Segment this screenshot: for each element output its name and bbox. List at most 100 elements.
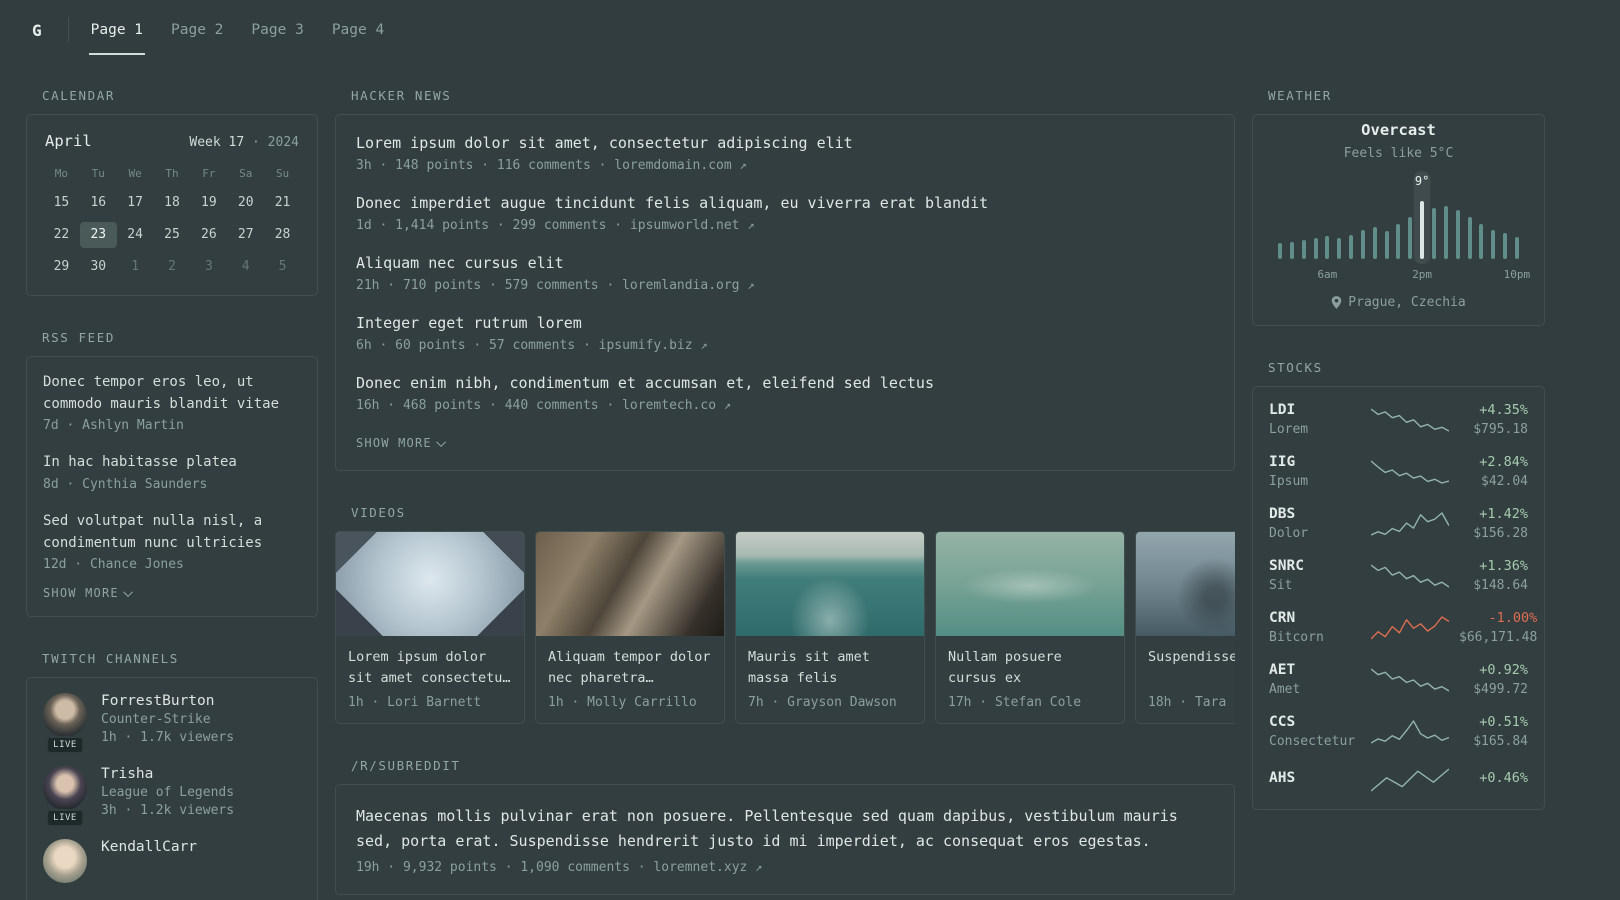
topbar-divider [67, 17, 69, 43]
channel-name[interactable]: Trisha [101, 766, 234, 782]
tab-page-1[interactable]: Page 1 [88, 22, 146, 55]
rss-item-title[interactable]: In hac habitasse platea [43, 454, 237, 470]
hn-story-stats: 6h · 60 points · 57 comments · [356, 338, 591, 353]
stock-row[interactable]: CCS Consectetur +0.51% $165.84 [1269, 714, 1528, 749]
hn-story-stats: 16h · 468 points · 440 comments · [356, 398, 615, 413]
hn-story-title[interactable]: Lorem ipsum dolor sit amet, consectetur … [356, 134, 1214, 152]
calendar-day: 18 [164, 195, 180, 210]
hn-story-meta: 1d · 1,414 points · 299 comments · ipsum… [356, 218, 1214, 233]
calendar-day: 28 [274, 227, 291, 242]
channel-info: Trisha League of Legends 3h · 1.2k viewe… [101, 766, 234, 821]
video-meta: 1h · Molly Carrillo [548, 695, 697, 710]
hn-show-more-button[interactable]: SHOW MORE [356, 436, 446, 450]
external-link-icon: ↗ [700, 338, 708, 352]
channel-name[interactable]: KendallCarr [101, 839, 197, 855]
channel-game[interactable]: League of Legends [101, 785, 234, 800]
weather-widget: Overcast Feels like 5°C 9° 6am 2pm 10pm Pr… [1252, 114, 1545, 326]
video-thumbnail [1136, 532, 1235, 636]
hackernews-section: HACKER NEWS Lorem ipsum dolor sit amet, … [335, 88, 1235, 471]
stock-ticker: CRN [1269, 610, 1296, 626]
rss-item-meta: 12d · Chance Jones [43, 557, 184, 573]
video-meta: 1h · Lori Barnett [348, 695, 482, 710]
stock-sparkline [1370, 458, 1450, 486]
video-card[interactable]: Aliquam tempor dolor nec pharetra… 1h · … [535, 531, 725, 724]
stock-row[interactable]: AET Amet +0.92% $499.72 [1269, 662, 1528, 697]
channel-avatar [43, 839, 87, 884]
page-tabs: Page 1 Page 2 Page 3 Page 4 [88, 0, 387, 60]
stock-row[interactable]: AHS +0.46% [1269, 766, 1528, 794]
tab-page-4[interactable]: Page 4 [330, 22, 386, 38]
hn-story-link[interactable]: loremdomain.com ↗ [614, 158, 746, 173]
hn-story: Lorem ipsum dolor sit amet, consectetur … [356, 134, 1214, 173]
video-card[interactable]: Mauris sit amet massa felis 7h · Grayson… [735, 531, 925, 724]
live-badge: LIVE [46, 809, 84, 828]
weather-section: WEATHER Overcast Feels like 5°C 9° 6am 2p… [1252, 88, 1545, 326]
stocks-section: STOCKS LDI Lorem +4.35% $795.18 IIG Ipsum +… [1252, 360, 1545, 810]
hn-story-meta: 16h · 468 points · 440 comments · loremt… [356, 398, 1214, 413]
video-card[interactable]: Suspendisse diam 18h · Tara [1135, 531, 1235, 724]
weekday-header: Sa [239, 167, 253, 180]
stock-row[interactable]: LDI Lorem +4.35% $795.18 [1269, 402, 1528, 437]
left-column: CALENDAR April Week 17 · 2024 Mo Tu We T… [26, 60, 318, 900]
hn-story-link[interactable]: ipsumworld.net ↗ [630, 218, 755, 233]
reddit-post-title[interactable]: Maecenas mollis pulvinar erat non posuer… [356, 804, 1214, 854]
stock-change: +0.92% [1479, 662, 1528, 678]
rss-show-more-button[interactable]: SHOW MORE [43, 586, 133, 600]
reddit-post-domain: loremnet.xyz [653, 859, 748, 875]
weekday-header: Fr [202, 167, 216, 180]
video-title: Aliquam tempor dolor nec pharetra… [548, 649, 711, 686]
stock-ticker: IIG [1269, 454, 1296, 470]
calendar-day: 30 [90, 259, 107, 274]
hn-story-link[interactable]: loremlandia.org ↗ [622, 278, 754, 293]
hackernews-section-title: HACKER NEWS [351, 88, 452, 103]
rss-item: Donec tempor eros leo, ut commodo mauris… [43, 372, 301, 433]
hn-story-link[interactable]: ipsumify.biz ↗ [599, 338, 708, 353]
external-link-icon: ↗ [747, 218, 755, 232]
video-card[interactable]: Lorem ipsum dolor sit amet consectetu… 1… [335, 531, 525, 724]
subreddit-section: /R/SUBREDDIT Maecenas mollis pulvinar er… [335, 758, 1235, 895]
stock-row[interactable]: CRN Bitcorn -1.00% $66,171.48 [1269, 610, 1537, 645]
tab-page-3[interactable]: Page 3 [249, 22, 305, 38]
stock-row[interactable]: DBS Dolor +1.42% $156.28 [1269, 506, 1528, 541]
calendar-day: 20 [237, 195, 254, 210]
video-card[interactable]: Nullam posuere cursus ex 17h · Stefan Co… [935, 531, 1125, 724]
calendar-day: 24 [127, 227, 143, 242]
stock-row[interactable]: IIG Ipsum +2.84% $42.04 [1269, 454, 1528, 489]
stock-sparkline [1370, 718, 1450, 746]
twitch-channel-row[interactable]: LIVE ForrestBurton Counter-Strike 1h · 1… [43, 693, 301, 755]
weather-section-title: WEATHER [1268, 88, 1332, 103]
stock-price: $165.84 [1473, 734, 1528, 749]
hn-story-title[interactable]: Donec enim nibh, condimentum et accumsan… [356, 374, 1214, 392]
twitch-channel-row[interactable]: LIVE Trisha League of Legends 3h · 1.2k … [43, 766, 301, 828]
calendar-day: 19 [201, 195, 217, 210]
calendar-year: · 2024 [252, 135, 299, 150]
calendar-day-next-month: 4 [241, 259, 250, 274]
calendar-widget: April Week 17 · 2024 Mo Tu We Th Fr Sa S… [26, 114, 318, 296]
hn-story-link[interactable]: loremtech.co ↗ [622, 398, 731, 413]
reddit-post-link[interactable]: loremnet.xyz ↗ [653, 860, 762, 875]
stock-row[interactable]: SNRC Sit +1.36% $148.64 [1269, 558, 1528, 593]
stock-change: +2.84% [1479, 454, 1528, 470]
hn-story-title[interactable]: Integer eget rutrum lorem [356, 314, 1214, 332]
rss-item-title[interactable]: Sed volutpat nulla nisl, a condimentum n… [43, 513, 262, 551]
video-title: Lorem ipsum dolor sit amet consectetu… [348, 649, 511, 686]
stock-price: $148.64 [1473, 578, 1528, 593]
stock-sparkline [1370, 406, 1450, 434]
channel-name[interactable]: ForrestBurton [101, 693, 234, 709]
hn-story-title[interactable]: Donec imperdiet augue tincidunt felis al… [356, 194, 1214, 212]
stock-sparkline [1370, 562, 1450, 590]
stock-change: +1.42% [1479, 506, 1528, 522]
calendar-day: 16 [90, 195, 107, 210]
hn-story: Aliquam nec cursus elit 21h · 710 points… [356, 254, 1214, 293]
hn-story-stats: 1d · 1,414 points · 299 comments · [356, 218, 623, 233]
channel-game[interactable]: Counter-Strike [101, 712, 234, 727]
rss-item-title[interactable]: Donec tempor eros leo, ut commodo mauris… [43, 374, 279, 412]
tab-page-2[interactable]: Page 2 [169, 22, 225, 38]
video-thumbnail [336, 532, 524, 636]
stocks-widget: LDI Lorem +4.35% $795.18 IIG Ipsum +2.84% $4… [1252, 386, 1545, 810]
hn-story-title[interactable]: Aliquam nec cursus elit [356, 254, 1214, 272]
twitch-channel-row[interactable]: KendallCarr [43, 839, 301, 884]
calendar-grid: Mo Tu We Th Fr Sa Su 15 16 17 18 19 20 2… [43, 164, 301, 280]
reddit-post-stats: 19h · 9,932 points · 1,090 comments · [356, 859, 646, 875]
twitch-section-title: TWITCH CHANNELS [42, 651, 179, 667]
